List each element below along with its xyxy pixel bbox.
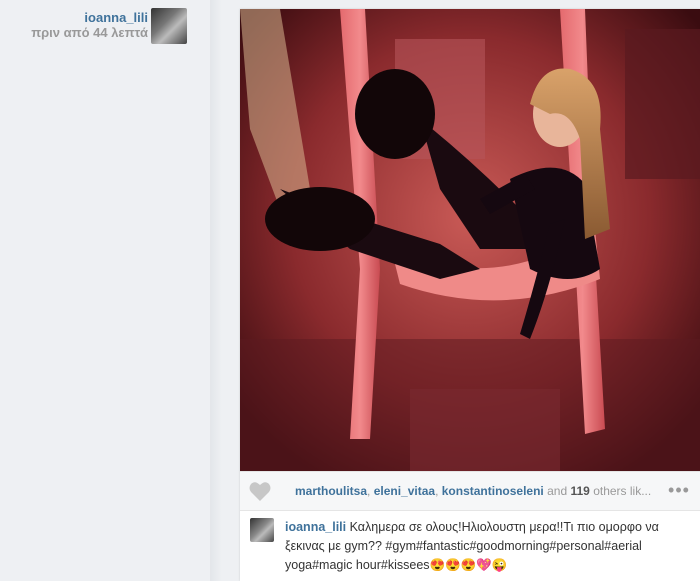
caption-avatar[interactable] xyxy=(250,518,274,542)
liker-link[interactable]: marthoulitsa xyxy=(295,484,367,498)
photo-mirror xyxy=(625,29,700,179)
heart-icon[interactable] xyxy=(248,480,272,502)
post-photo[interactable] xyxy=(240,9,700,471)
photo-fur-boot-top xyxy=(355,69,435,159)
more-options-icon[interactable]: ••• xyxy=(666,480,692,500)
likers-summary: marthoulitsa, eleni_vitaa, konstantinose… xyxy=(295,484,652,498)
left-column: ioanna_lili πριν από 44 λεπτά xyxy=(0,0,210,581)
caption-username[interactable]: ioanna_lili xyxy=(285,520,346,534)
likes-bar: marthoulitsa, eleni_vitaa, konstantinose… xyxy=(240,471,700,511)
photo-mat xyxy=(410,389,560,471)
likes-and: and xyxy=(547,484,568,498)
liker-link[interactable]: konstantinoseleni xyxy=(442,484,544,498)
likes-others[interactable]: others lik... xyxy=(593,484,651,498)
author-username[interactable]: ioanna_lili xyxy=(31,10,148,25)
liker-link[interactable]: eleni_vitaa xyxy=(374,484,435,498)
author-avatar[interactable] xyxy=(151,8,187,44)
caption-text-block: ioanna_lili Καλημερα σε ολους!Ηλιολουστη… xyxy=(285,518,690,575)
post-timestamp[interactable]: πριν από 44 λεπτά xyxy=(31,25,148,41)
divider-rail xyxy=(210,0,240,581)
likes-count[interactable]: 119 xyxy=(570,484,589,498)
photo-fur-boot-bottom xyxy=(265,187,375,251)
post-card: marthoulitsa, eleni_vitaa, konstantinose… xyxy=(240,9,700,581)
author-info: ioanna_lili πριν από 44 λεπτά xyxy=(31,10,148,41)
